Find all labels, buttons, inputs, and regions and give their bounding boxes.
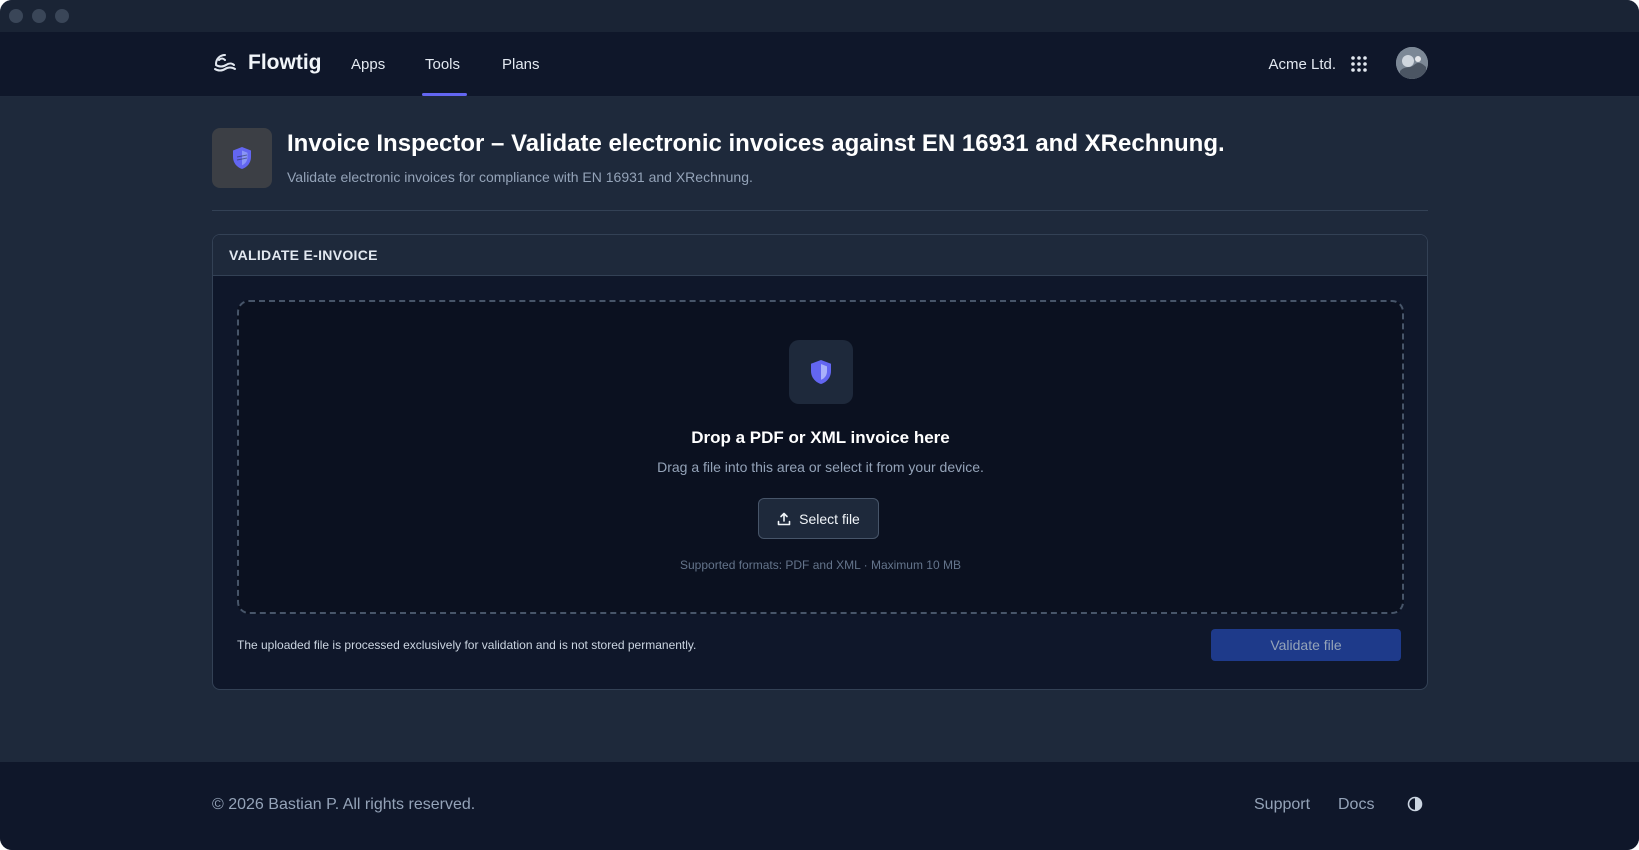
window-close-button[interactable] xyxy=(9,9,23,23)
app-window: Flowtig Apps Tools Plans Acme Ltd. Invoi… xyxy=(0,0,1639,850)
footer-link-docs[interactable]: Docs xyxy=(1338,796,1374,814)
select-file-button[interactable]: Select file xyxy=(758,498,879,539)
shield-icon xyxy=(233,147,251,169)
brand-logo[interactable]: Flowtig xyxy=(212,50,321,76)
page-subtitle: Validate electronic invoices for complia… xyxy=(287,169,753,185)
file-dropzone[interactable]: Drop a PDF or XML invoice here Drag a fi… xyxy=(237,300,1404,614)
page-title: Invoice Inspector – Validate electronic … xyxy=(287,130,1225,157)
copyright: © 2026 Bastian P. All rights reserved. xyxy=(212,796,476,813)
dropzone-icon-tile xyxy=(789,340,853,404)
page-header: Invoice Inspector – Validate electronic … xyxy=(212,128,1428,211)
nav-item-plans[interactable]: Plans xyxy=(502,56,540,73)
top-navbar: Flowtig Apps Tools Plans Acme Ltd. xyxy=(0,32,1639,97)
supported-formats: Supported formats: PDF and XML · Maximum… xyxy=(680,558,961,572)
window-maximize-button[interactable] xyxy=(55,9,69,23)
tool-icon-tile xyxy=(212,128,272,188)
grid-icon[interactable] xyxy=(1350,55,1368,73)
upload-icon xyxy=(777,512,791,525)
active-tab-indicator xyxy=(422,93,467,96)
select-file-label: Select file xyxy=(799,510,860,527)
user-avatar[interactable] xyxy=(1396,47,1428,79)
brand-name: Flowtig xyxy=(248,51,322,74)
card-header: VALIDATE E-INVOICE xyxy=(213,235,1427,276)
validate-card: VALIDATE E-INVOICE Drop a PDF or XML inv… xyxy=(212,234,1428,690)
validate-file-label: Validate file xyxy=(1270,637,1342,653)
org-switcher[interactable]: Acme Ltd. xyxy=(1268,56,1336,73)
footer: © 2026 Bastian P. All rights reserved. S… xyxy=(0,762,1639,850)
shield-icon xyxy=(811,360,831,384)
nav-item-apps[interactable]: Apps xyxy=(351,56,385,73)
dropzone-title: Drop a PDF or XML invoice here xyxy=(691,428,950,447)
card-title: VALIDATE E-INVOICE xyxy=(229,247,378,263)
avatar-image xyxy=(1396,47,1428,79)
privacy-note: The uploaded file is processed exclusive… xyxy=(237,638,697,652)
nav-item-tools[interactable]: Tools xyxy=(425,56,460,73)
footer-link-support[interactable]: Support xyxy=(1254,796,1310,814)
contrast-icon[interactable] xyxy=(1407,796,1423,812)
window-minimize-button[interactable] xyxy=(32,9,46,23)
dropzone-subtitle: Drag a file into this area or select it … xyxy=(657,459,984,475)
wave-logo-icon xyxy=(214,54,236,72)
validate-file-button[interactable]: Validate file xyxy=(1211,629,1401,661)
title-bar xyxy=(0,0,1639,32)
